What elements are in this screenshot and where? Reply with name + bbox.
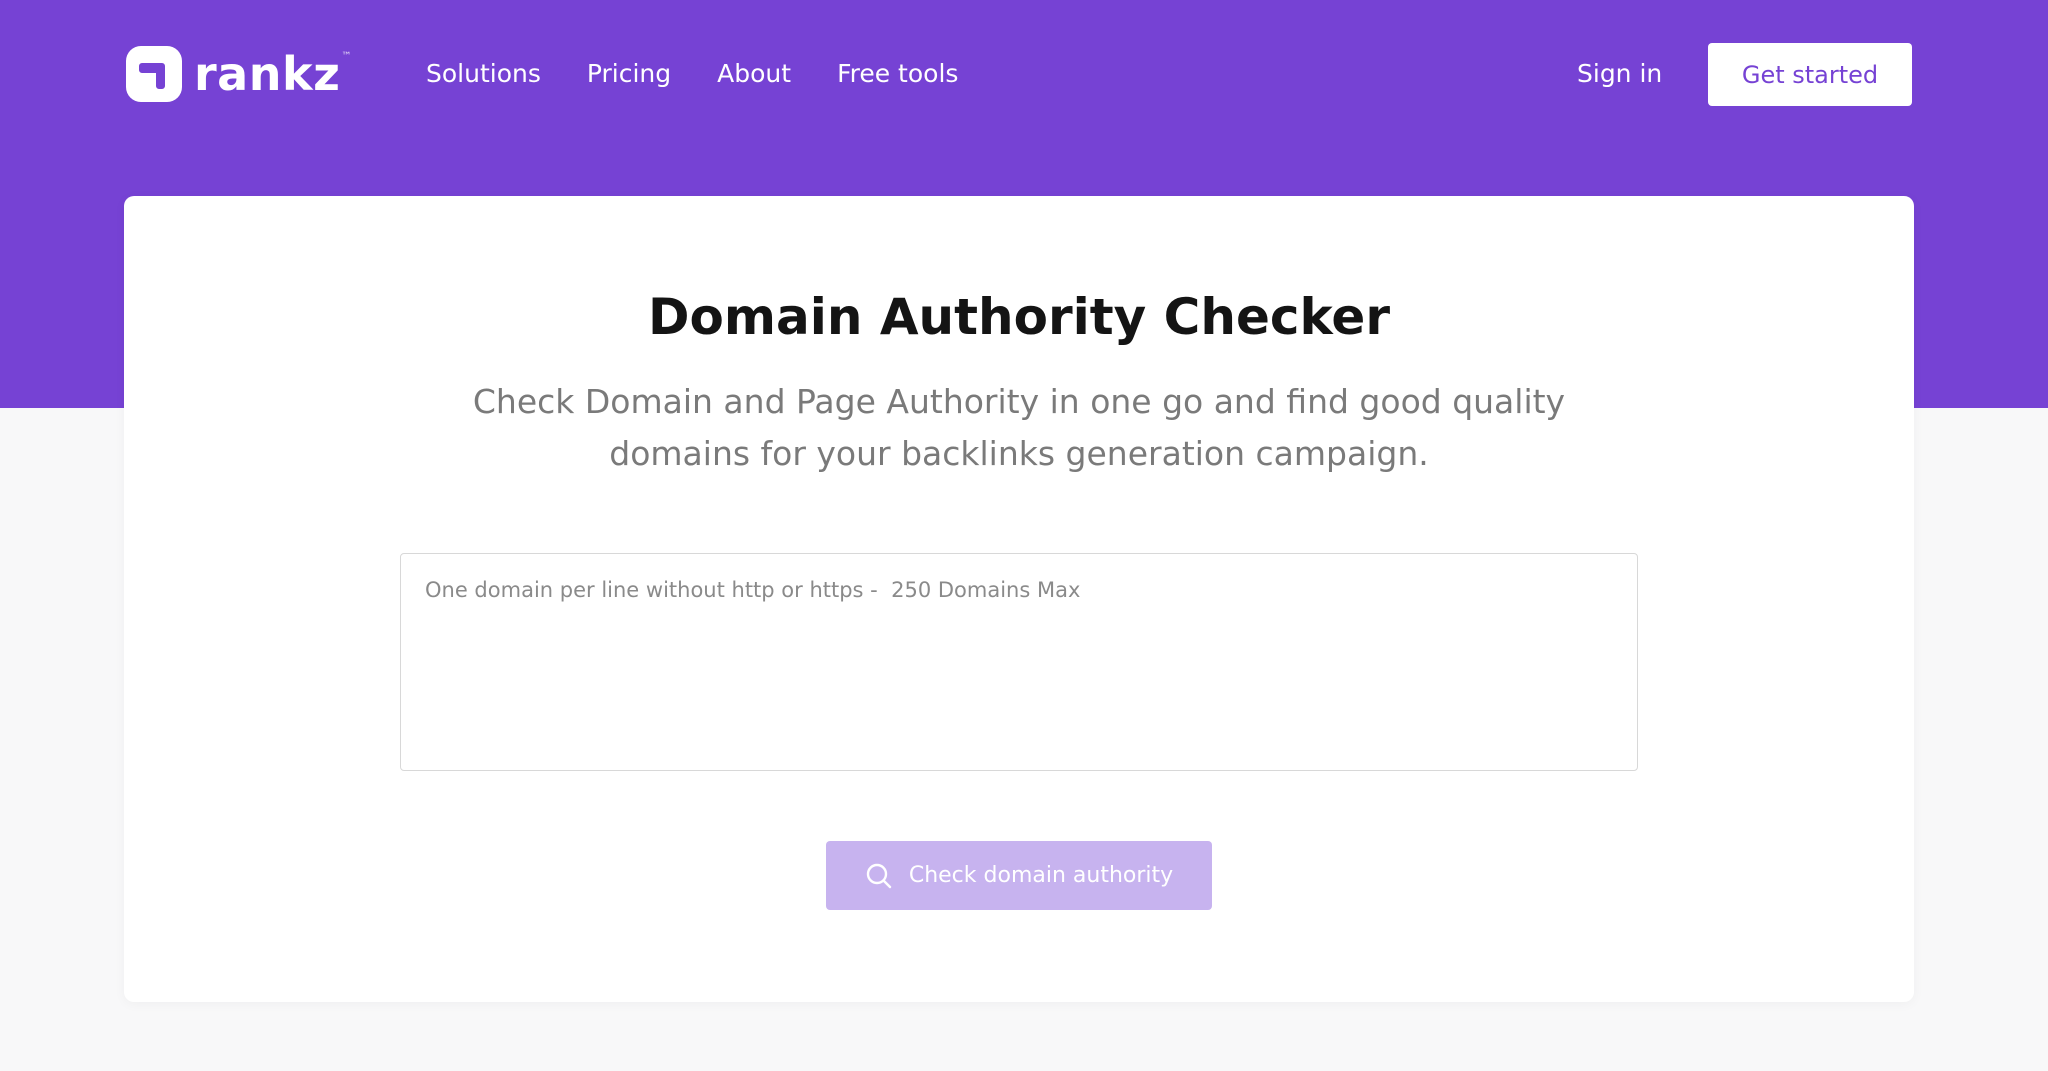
trademark-symbol: ™ [341,51,352,62]
check-domain-authority-button[interactable]: Check domain authority [826,841,1212,910]
page-subtitle: Check Domain and Page Authority in one g… [472,382,1566,473]
top-navigation: rankz ™ Solutions Pricing About Free too… [0,0,2048,148]
rankz-logo-icon [126,46,182,102]
nav-link-about[interactable]: About [717,54,791,94]
brand-logo[interactable]: rankz ™ [126,45,351,103]
sign-in-link[interactable]: Sign in [1577,54,1662,94]
nav-link-free-tools[interactable]: Free tools [837,54,958,94]
page: rankz ™ Solutions Pricing About Free too… [0,0,2048,1071]
check-button-label: Check domain authority [908,863,1174,888]
nav-link-pricing[interactable]: Pricing [587,54,671,94]
checker-card: Domain Authority Checker Check Domain an… [124,196,1914,1002]
brand-name: rankz [194,47,341,101]
domain-list-input[interactable] [400,553,1638,771]
nav-link-solutions[interactable]: Solutions [426,54,541,94]
page-title: Domain Authority Checker [648,288,1390,346]
main-menu: Solutions Pricing About Free tools [426,54,958,94]
search-icon [865,862,893,890]
get-started-button[interactable]: Get started [1708,43,1912,106]
